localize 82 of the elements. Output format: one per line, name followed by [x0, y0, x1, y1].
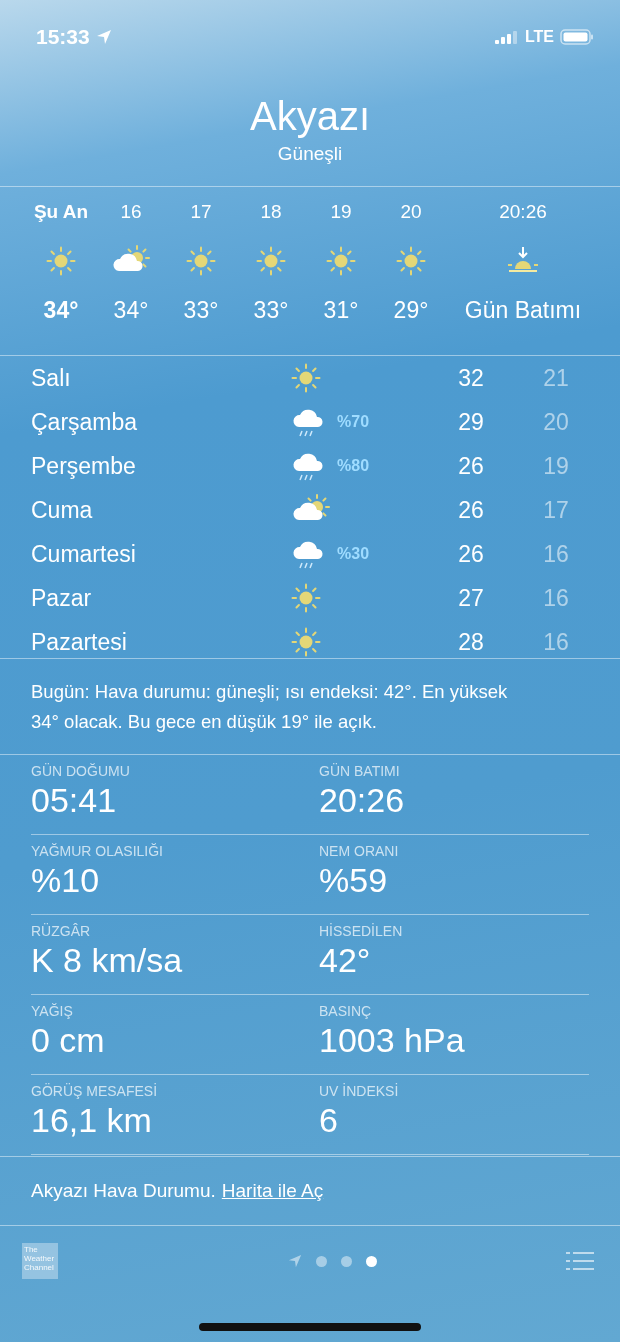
sun-icon: [396, 246, 426, 276]
day-name: Pazartesi: [31, 628, 128, 656]
hour-temperature: 34°: [43, 297, 79, 324]
detail-value: K 8 km/sa: [31, 941, 184, 980]
hour-label: 18: [260, 201, 282, 224]
battery-icon: [560, 29, 594, 45]
high-temperature: 28: [458, 628, 484, 656]
low-temperature: 21: [543, 364, 569, 392]
location-arrow-icon: [95, 29, 112, 45]
low-temperature: 19: [543, 452, 569, 480]
detail-value: 6: [319, 1101, 339, 1140]
detail-value: 1003 hPa: [319, 1021, 466, 1060]
detail-value: 0 cm: [31, 1021, 106, 1060]
rain-chance: %30: [336, 545, 370, 562]
city-name: Akyazı: [249, 94, 370, 139]
day-name: Cumartesi: [31, 540, 137, 568]
sun-icon: [291, 627, 321, 657]
low-temperature: 16: [543, 584, 569, 612]
detail-label: GÜN DOĞUMU: [31, 763, 131, 779]
high-temperature: 26: [458, 540, 484, 568]
hour-label: 20: [400, 201, 422, 224]
detail-value: 05:41: [31, 781, 118, 820]
hour-temperature: 33°: [253, 297, 289, 324]
rain-chance: %70: [336, 413, 370, 430]
hour-label: 16: [120, 201, 142, 224]
sun-icon: [46, 246, 76, 276]
detail-label: HİSSEDİLEN: [319, 923, 404, 939]
signal-icon: [494, 30, 519, 44]
weather-channel-logo[interactable]: The Weather Channel: [22, 1243, 58, 1279]
hour-temperature: 29°: [393, 297, 429, 324]
detail-value: %10: [31, 861, 101, 900]
hour-temperature: 31°: [323, 297, 359, 324]
rain-chance: %80: [336, 457, 370, 474]
hour-temperature: 34°: [113, 297, 149, 324]
location-arrow-icon[interactable]: [287, 1254, 302, 1268]
detail-value: %59: [319, 861, 389, 900]
page-dot[interactable]: [340, 1255, 352, 1267]
high-temperature: 27: [458, 584, 484, 612]
high-temperature: 26: [458, 496, 484, 524]
sun-icon: [291, 363, 321, 393]
high-temperature: 32: [458, 364, 484, 392]
hour-label: Şu An: [33, 201, 89, 224]
day-name: Salı: [31, 364, 72, 392]
detail-label: UV İNDEKSİ: [319, 1083, 400, 1099]
day-name: Çarşamba: [31, 408, 139, 436]
detail-value: 16,1 km: [31, 1101, 153, 1140]
hour-temperature: Gün Batımı: [464, 297, 582, 324]
footer-text: Akyazı Hava Durumu.: [31, 1180, 216, 1202]
hour-label: 20:26: [499, 201, 547, 224]
detail-label: YAĞIŞ: [31, 1003, 74, 1019]
high-temperature: 26: [458, 452, 484, 480]
low-temperature: 16: [543, 628, 569, 656]
sun-icon: [326, 246, 356, 276]
day-name: Cuma: [31, 496, 94, 524]
sun-icon: [256, 246, 286, 276]
page-dot[interactable]: [365, 1255, 377, 1267]
sun-icon: [186, 246, 216, 276]
map-link[interactable]: Harita ile Aç: [221, 1180, 324, 1202]
page-dot[interactable]: [315, 1255, 327, 1267]
detail-label: BASINÇ: [319, 1003, 373, 1019]
low-temperature: 20: [543, 408, 569, 436]
hour-label: 17: [190, 201, 212, 224]
day-name: Pazar: [31, 584, 93, 612]
detail-label: YAĞMUR OLASILIĞI: [31, 843, 164, 859]
detail-value: 42°: [319, 941, 372, 980]
hour-temperature: 33°: [183, 297, 219, 324]
status-time: 15:33: [36, 25, 90, 49]
low-temperature: 17: [543, 496, 569, 524]
detail-label: RÜZGÂR: [31, 923, 92, 939]
weather-condition: Güneşli: [277, 143, 343, 165]
network-type: LTE: [524, 28, 554, 46]
forecast-summary: Bugün: Hava durumu: güneşli; ısı endeksi: 42°. En yüksek 34° olacak. Bu gece en düşük 19° ile açık.: [0, 659, 620, 755]
detail-label: GÜN BATIMI: [319, 763, 401, 779]
hour-label: 19: [330, 201, 352, 224]
list-icon[interactable]: [566, 1251, 594, 1271]
low-temperature: 16: [543, 540, 569, 568]
detail-label: NEM ORANI: [319, 843, 400, 859]
detail-value: 20:26: [319, 781, 406, 820]
sun-icon: [291, 583, 321, 613]
high-temperature: 29: [458, 408, 484, 436]
detail-label: GÖRÜŞ MESAFESİ: [31, 1083, 159, 1099]
day-name: Perşembe: [31, 452, 137, 480]
